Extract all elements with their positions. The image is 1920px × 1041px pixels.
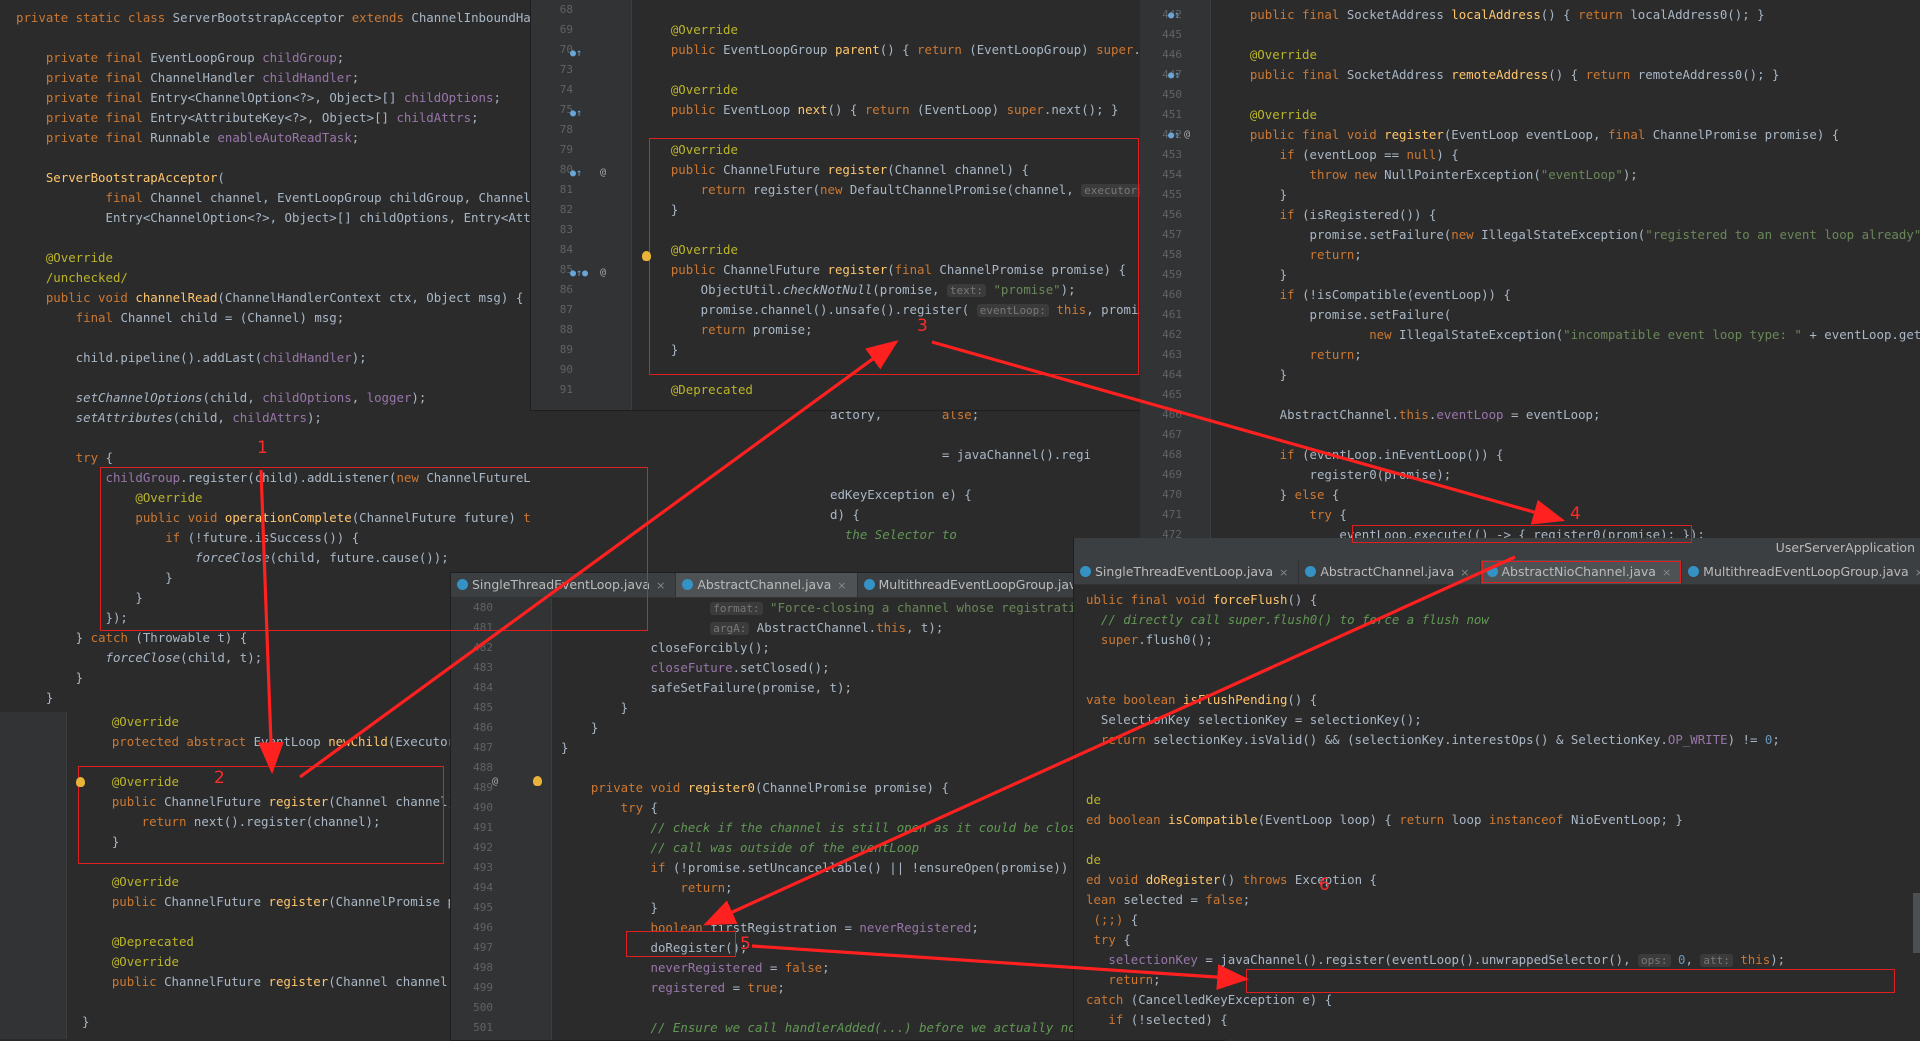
intention-bulb-icon[interactable] [642, 251, 651, 261]
override-icon: ●↑ [570, 48, 583, 59]
step-marker-2: 2 [214, 768, 225, 788]
at-icon: @ [1184, 129, 1191, 140]
at-icon: @ [600, 267, 607, 278]
step-marker-5: 5 [740, 934, 751, 954]
flow-arrows [258, 340, 1566, 990]
intention-bulb-icon[interactable] [533, 776, 542, 786]
override-icon: ●↑ [1168, 10, 1181, 21]
arrow-2 [299, 340, 899, 779]
intention-bulb-icon[interactable] [76, 777, 85, 787]
at-icon: @ [600, 167, 607, 178]
arrow-3 [931, 340, 1566, 525]
override-icon: ●↑ [570, 108, 583, 119]
step-marker-4: 4 [1570, 504, 1581, 524]
arrow-1 [258, 469, 284, 775]
step-marker-3: 3 [917, 316, 928, 336]
arrow-5 [751, 944, 1250, 990]
step-marker-1: 1 [257, 438, 268, 458]
override-icon: ●↑ [1168, 130, 1181, 141]
override-icon: ●↑ [570, 168, 583, 179]
step-marker-6: 6 [1319, 875, 1330, 895]
override-icon: ●↑ [1168, 70, 1181, 81]
override-icon: ●↑● [570, 268, 589, 279]
arrow-4 [703, 555, 1516, 926]
at-icon: @ [492, 776, 499, 787]
